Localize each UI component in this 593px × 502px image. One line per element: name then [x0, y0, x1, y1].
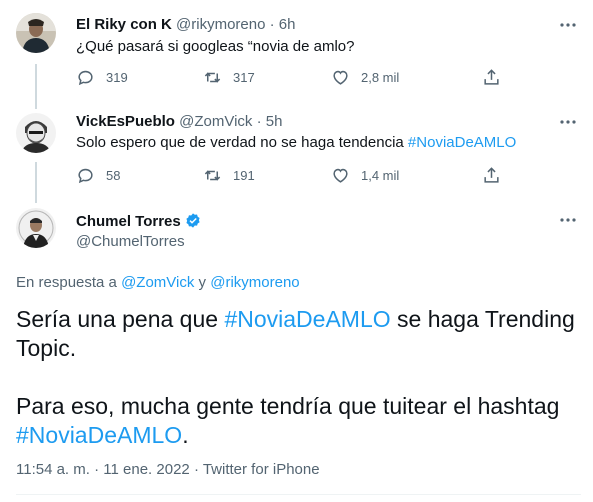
reply-prefix: En respuesta a: [16, 274, 122, 291]
timestamp[interactable]: 5h: [266, 113, 283, 130]
retweet-icon: [204, 71, 221, 83]
tweet-time[interactable]: 11:54 a. m.: [16, 461, 90, 478]
separator: ·: [193, 461, 199, 478]
share-button[interactable]: [482, 164, 501, 186]
text-line: Para eso, mucha gente tendría que tuitea…: [16, 393, 560, 419]
tweet-text: Solo espero que de verdad no se haga ten…: [76, 134, 516, 151]
tweet-date[interactable]: 11 ene. 2022: [103, 461, 189, 478]
more-button[interactable]: [557, 209, 579, 231]
hashtag-link[interactable]: #NoviaDeAMLO: [408, 134, 516, 151]
more-icon: [560, 218, 576, 222]
user-handle[interactable]: @rikymoreno: [176, 16, 265, 33]
tweet-header: VickEsPueblo @ZomVick · 5h: [76, 113, 282, 130]
retweet-button[interactable]: 191: [203, 164, 255, 186]
avatar[interactable]: [16, 113, 56, 153]
main-author-name[interactable]: Chumel Torres: [76, 212, 202, 230]
divider: [16, 494, 581, 495]
hashtag-link[interactable]: #NoviaDeAMLO: [16, 422, 182, 448]
reply-button[interactable]: 319: [76, 66, 128, 88]
tweet-1[interactable]: El Riky con K @rikymoreno · 6h ¿Qué pasa…: [0, 0, 593, 100]
like-icon: [333, 70, 348, 85]
like-count: 1,4 mil: [361, 167, 400, 183]
hashtag-link[interactable]: #NoviaDeAMLO: [224, 306, 390, 332]
tweet-header: El Riky con K @rikymoreno · 6h: [76, 16, 295, 33]
retweet-count: 191: [233, 167, 255, 183]
verified-badge-icon: [186, 213, 200, 228]
like-icon: [333, 168, 348, 183]
share-button[interactable]: [482, 66, 501, 88]
share-icon: [484, 68, 499, 85]
avatar[interactable]: [16, 208, 56, 248]
like-button[interactable]: 2,8 mil: [331, 66, 399, 88]
tweet-2[interactable]: VickEsPueblo @ZomVick · 5h Solo espero q…: [0, 100, 593, 200]
reply-conjunction: y: [194, 274, 211, 291]
tweet-text-body: Solo espero que de verdad no se haga ten…: [76, 134, 408, 151]
reply-button[interactable]: 58: [76, 164, 120, 186]
display-name[interactable]: VickEsPueblo: [76, 113, 175, 130]
share-icon: [484, 166, 499, 183]
like-count: 2,8 mil: [361, 69, 400, 85]
separator: ·: [269, 16, 275, 33]
text-line: Sería una pena que #NoviaDeAMLO se haga …: [16, 305, 581, 334]
text-line: Topic.: [16, 335, 77, 361]
timestamp[interactable]: 6h: [279, 16, 296, 33]
retweet-count: 317: [233, 69, 255, 85]
user-handle[interactable]: @ChumelTorres: [76, 233, 185, 250]
separator: ·: [256, 113, 262, 130]
reply-count: 58: [106, 167, 121, 183]
text-line: #NoviaDeAMLO.: [16, 421, 581, 450]
tweet-metadata: 11:54 a. m. · 11 ene. 2022 · Twitter for…: [16, 461, 320, 478]
retweet-icon: [204, 169, 221, 181]
text-segment: Sería una pena que: [16, 306, 225, 332]
more-icon: [560, 23, 576, 27]
more-icon: [560, 120, 576, 124]
reply-icon: [78, 168, 93, 183]
tweet-actions: 58 191 1,4 mil: [76, 164, 516, 186]
like-button[interactable]: 1,4 mil: [331, 164, 399, 186]
more-button[interactable]: [557, 111, 579, 133]
text-segment: se haga Trending: [390, 306, 575, 332]
mention-link-rikymoreno[interactable]: @rikymoreno: [210, 274, 299, 291]
tweet-actions: 319 317 2,8 mil: [76, 66, 516, 88]
avatar[interactable]: [16, 13, 56, 53]
display-name[interactable]: El Riky con K: [76, 16, 172, 33]
retweet-button[interactable]: 317: [203, 66, 255, 88]
separator: ·: [94, 461, 100, 478]
display-name[interactable]: Chumel Torres: [76, 213, 181, 230]
tweet-source[interactable]: Twitter for iPhone: [203, 461, 320, 478]
more-button[interactable]: [557, 14, 579, 36]
main-tweet-text: Sería una pena que #NoviaDeAMLO se haga …: [16, 305, 581, 450]
tweet-text: ¿Qué pasará si googleas “novia de amlo?: [76, 38, 355, 55]
mention-link-zomvick[interactable]: @ZomVick: [121, 274, 194, 291]
reply-count: 319: [106, 69, 128, 85]
user-handle[interactable]: @ZomVick: [179, 113, 252, 130]
text-segment: .: [182, 422, 189, 448]
reply-context: En respuesta a @ZomVick y @rikymoreno: [16, 274, 300, 291]
reply-icon: [78, 70, 93, 85]
